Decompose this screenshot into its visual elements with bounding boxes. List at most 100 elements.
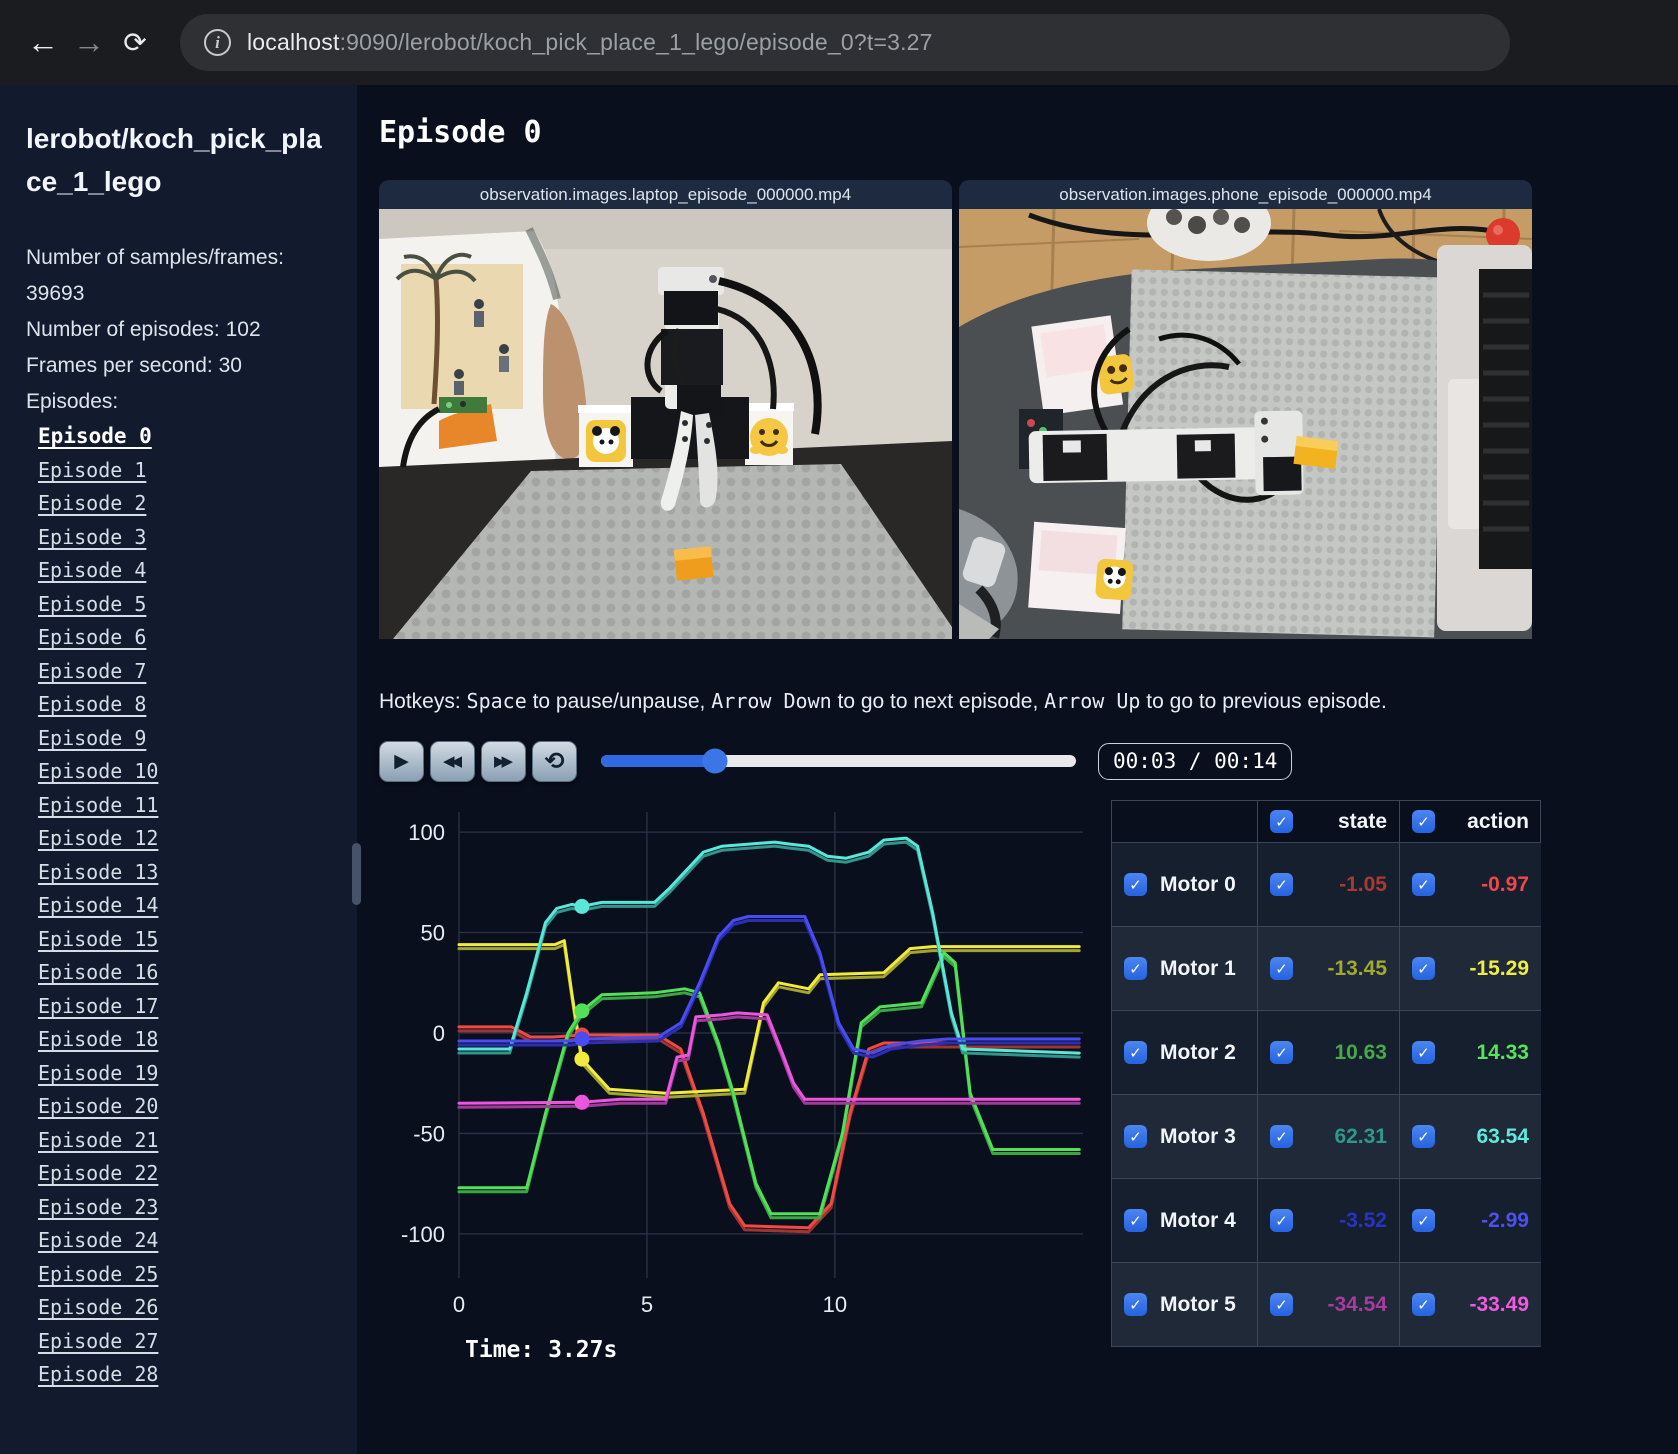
motor-1-action-checkbox[interactable]: ✓	[1412, 957, 1435, 980]
episode-link-23[interactable]: Episode 23	[38, 1195, 158, 1219]
episode-list-item: Episode 19	[38, 1061, 333, 1095]
episode-link-8[interactable]: Episode 8	[38, 692, 146, 716]
motor-3-state-checkbox[interactable]: ✓	[1270, 1125, 1293, 1148]
motor-1-state-checkbox[interactable]: ✓	[1270, 957, 1293, 980]
motor-0-action-checkbox[interactable]: ✓	[1412, 873, 1435, 896]
episode-list-item: Episode 9	[38, 726, 333, 760]
episode-link-2[interactable]: Episode 2	[38, 491, 146, 515]
episode-link-3[interactable]: Episode 3	[38, 525, 146, 549]
episode-link-10[interactable]: Episode 10	[38, 759, 158, 783]
motor-2-row-checkbox[interactable]: ✓	[1124, 1041, 1147, 1064]
video-laptop	[379, 209, 952, 639]
motor-table: ✓ state ✓ action ✓ Motor 0 ✓ -1.05 ✓ -0.97 ✓ Motor …	[1111, 800, 1541, 1347]
episode-link-9[interactable]: Episode 9	[38, 726, 146, 750]
time-display: 00:03 / 00:14	[1098, 742, 1293, 780]
motor-2-current-dot	[574, 1003, 590, 1019]
motor-0-row-checkbox[interactable]: ✓	[1124, 873, 1147, 896]
episode-link-21[interactable]: Episode 21	[38, 1128, 158, 1152]
site-info-icon[interactable]: i	[204, 29, 231, 56]
episode-link-13[interactable]: Episode 13	[38, 860, 158, 884]
bottom-row: 0 5 10 -100 -50 0 50 100 Time: 3.27s ✓ state ✓ act…	[379, 798, 1678, 1363]
motor-5-action-checkbox[interactable]: ✓	[1412, 1293, 1435, 1316]
reload-icon[interactable]: ⟳	[112, 26, 158, 59]
state-value: 62.31	[1334, 1124, 1387, 1148]
url-text[interactable]: localhost:9090/lerobot/koch_pick_place_1…	[247, 29, 933, 56]
action-value: -33.49	[1469, 1292, 1529, 1316]
rewind-button[interactable]: ◀◀	[430, 740, 475, 782]
motor-1-state-cell: ✓ -13.45	[1257, 926, 1399, 1010]
timeline-slider[interactable]	[601, 748, 1076, 774]
episode-list-item: Episode 3	[38, 525, 333, 559]
hotkey-segment: Arrow Down	[711, 689, 832, 713]
motor-2-action-checkbox[interactable]: ✓	[1412, 1041, 1435, 1064]
motor-4-row-checkbox[interactable]: ✓	[1124, 1209, 1147, 1232]
video-panel-phone: observation.images.phone_episode_000000.…	[959, 180, 1532, 639]
motor-4-action-checkbox[interactable]: ✓	[1412, 1209, 1435, 1232]
y-tick-label: 50	[421, 921, 445, 946]
video-scene-phone	[959, 209, 1532, 639]
motor-3-row-checkbox[interactable]: ✓	[1124, 1125, 1147, 1148]
episode-link-14[interactable]: Episode 14	[38, 893, 158, 917]
episode-list-item: Episode 23	[38, 1195, 333, 1229]
motor-label: Motor 5	[1160, 1292, 1236, 1316]
episode-list-item: Episode 25	[38, 1262, 333, 1296]
episode-link-28[interactable]: Episode 28	[38, 1362, 158, 1386]
state-value: -34.54	[1327, 1292, 1387, 1316]
episode-link-11[interactable]: Episode 11	[38, 793, 158, 817]
videos-row: observation.images.laptop_episode_000000…	[379, 180, 1678, 639]
loop-button[interactable]: ⟲	[532, 740, 577, 782]
motor-4-current-dot	[574, 1031, 590, 1047]
hotkey-segment: to pause/unpause,	[526, 690, 712, 713]
state-header-label: state	[1337, 809, 1387, 833]
episode-link-19[interactable]: Episode 19	[38, 1061, 158, 1085]
episode-list-item: Episode 11	[38, 793, 333, 827]
episode-link-6[interactable]: Episode 6	[38, 625, 146, 649]
episode-list-item: Episode 28	[38, 1362, 333, 1396]
sidebar-scrollbar[interactable]	[352, 843, 361, 905]
table-row-motor-2: ✓ Motor 2	[1111, 1010, 1257, 1094]
play-button[interactable]: ▶	[379, 740, 424, 782]
motor-5-state-checkbox[interactable]: ✓	[1270, 1293, 1293, 1316]
motor-5-row-checkbox[interactable]: ✓	[1124, 1293, 1147, 1316]
episode-link-20[interactable]: Episode 20	[38, 1094, 158, 1118]
table-corner-cell	[1111, 800, 1257, 842]
motor-4-state-checkbox[interactable]: ✓	[1270, 1209, 1293, 1232]
episode-link-17[interactable]: Episode 17	[38, 994, 158, 1018]
forward-icon[interactable]: →	[66, 24, 112, 61]
hotkey-segment: Hotkeys:	[379, 690, 467, 713]
episode-link-24[interactable]: Episode 24	[38, 1228, 158, 1252]
episode-link-0[interactable]: Episode 0	[38, 424, 152, 448]
episode-link-22[interactable]: Episode 22	[38, 1161, 158, 1185]
motor-label: Motor 0	[1160, 872, 1236, 896]
motor-chart-svg: 0 5 10 -100 -50 0 50 100	[401, 812, 1083, 1317]
episode-link-25[interactable]: Episode 25	[38, 1262, 158, 1286]
episode-link-26[interactable]: Episode 26	[38, 1295, 158, 1319]
episode-list-item: Episode 0	[38, 424, 333, 458]
motor-1-row-checkbox[interactable]: ✓	[1124, 957, 1147, 980]
fast-forward-button[interactable]: ▶▶	[481, 740, 526, 782]
browser-chrome: ← → ⟳ i localhost:9090/lerobot/koch_pick…	[0, 0, 1678, 85]
hotkey-segment: to go to next episode,	[831, 690, 1045, 713]
back-icon[interactable]: ←	[20, 24, 66, 61]
episode-list-item: Episode 10	[38, 759, 333, 793]
motor-4-state-cell: ✓ -3.52	[1257, 1178, 1399, 1262]
slider-thumb[interactable]	[702, 748, 728, 774]
action-column-checkbox[interactable]: ✓	[1412, 810, 1435, 833]
motor-2-state-checkbox[interactable]: ✓	[1270, 1041, 1293, 1064]
episode-link-27[interactable]: Episode 27	[38, 1329, 158, 1353]
episode-link-12[interactable]: Episode 12	[38, 826, 158, 850]
episode-list-item: Episode 15	[38, 927, 333, 961]
episode-link-4[interactable]: Episode 4	[38, 558, 146, 582]
state-column-checkbox[interactable]: ✓	[1270, 810, 1293, 833]
episode-link-16[interactable]: Episode 16	[38, 960, 158, 984]
episode-link-18[interactable]: Episode 18	[38, 1027, 158, 1051]
episode-link-5[interactable]: Episode 5	[38, 592, 146, 616]
motor-3-action-checkbox[interactable]: ✓	[1412, 1125, 1435, 1148]
episode-link-7[interactable]: Episode 7	[38, 659, 146, 683]
motor-0-state-checkbox[interactable]: ✓	[1270, 873, 1293, 896]
episode-list-item: Episode 5	[38, 592, 333, 626]
url-bar[interactable]: i localhost:9090/lerobot/koch_pick_place…	[180, 14, 1510, 71]
episode-link-1[interactable]: Episode 1	[38, 458, 146, 482]
episode-link-15[interactable]: Episode 15	[38, 927, 158, 951]
y-tick-label: 100	[408, 820, 445, 845]
